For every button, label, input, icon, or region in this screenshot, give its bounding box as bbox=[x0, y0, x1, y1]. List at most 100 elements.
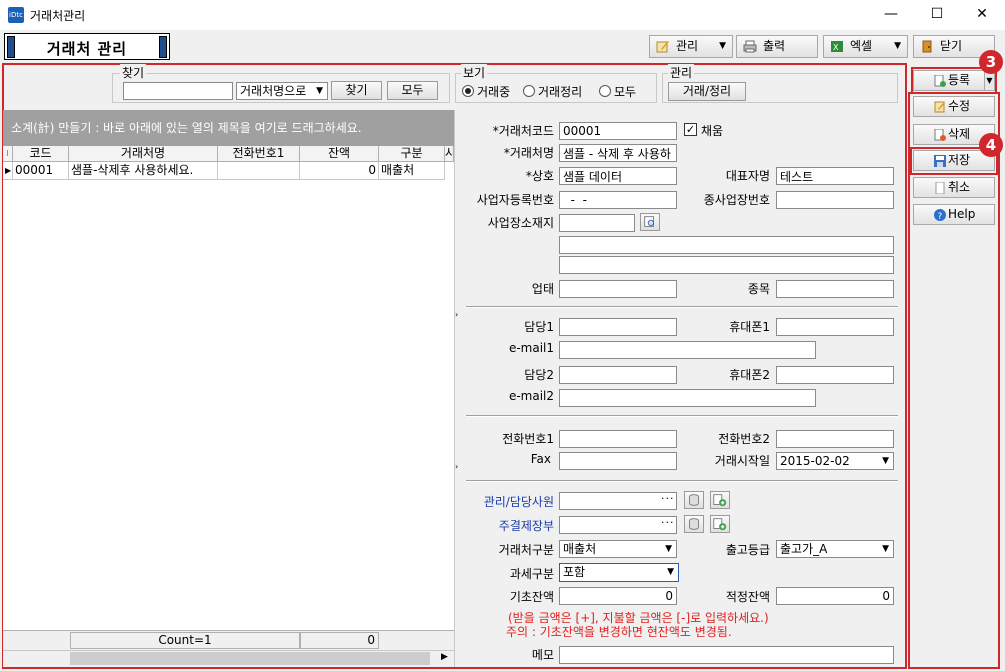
biztype-input[interactable] bbox=[559, 280, 677, 298]
manage-group-label: 관리 bbox=[668, 64, 695, 81]
mobile1-input[interactable] bbox=[776, 318, 894, 336]
cancel-button[interactable]: 취소 bbox=[913, 177, 995, 198]
table-row-code[interactable]: 00001 bbox=[13, 162, 69, 180]
contact1-input[interactable] bbox=[559, 318, 677, 336]
bizno-input[interactable] bbox=[559, 191, 677, 209]
bizitem-label: 종목 bbox=[747, 282, 770, 296]
grade-select[interactable]: 출고가_A ▼ bbox=[776, 540, 894, 558]
divider bbox=[466, 306, 898, 308]
chevron-down-icon: ▼ bbox=[667, 567, 674, 577]
address-search-button[interactable] bbox=[640, 213, 660, 231]
tax-select[interactable]: 포함 ▼ bbox=[559, 563, 679, 582]
close-window-button[interactable]: ✕ bbox=[959, 0, 1005, 30]
contact1-label: 담당1 bbox=[524, 320, 554, 334]
staff-db-button[interactable] bbox=[684, 491, 704, 509]
excel-menu-button[interactable]: X 엑셀 ▼ bbox=[823, 35, 908, 58]
phone1-input[interactable] bbox=[559, 430, 677, 448]
proper-balance-input[interactable] bbox=[776, 587, 894, 605]
address1-input[interactable] bbox=[559, 236, 894, 254]
memo-input[interactable] bbox=[559, 646, 894, 664]
zipcode-input[interactable] bbox=[559, 214, 635, 232]
register-button[interactable]: 등록 bbox=[913, 70, 985, 91]
database-icon bbox=[689, 494, 699, 506]
opening-balance-input[interactable] bbox=[559, 587, 677, 605]
category-label: 거래처구분 bbox=[498, 543, 554, 557]
start-date-picker[interactable]: 2015-02-02 ▼ bbox=[776, 452, 894, 470]
phone2-label: 전화번호2 bbox=[718, 432, 770, 446]
chevron-down-icon: ▼ bbox=[719, 41, 726, 51]
staff-add-button[interactable] bbox=[710, 491, 730, 509]
step-badge-register: 3 bbox=[979, 50, 1003, 74]
splitter-arrow-icon[interactable]: › bbox=[455, 310, 458, 319]
splitter-arrow-icon[interactable]: › bbox=[455, 462, 458, 471]
fax-input[interactable] bbox=[559, 452, 677, 470]
ceo-input[interactable] bbox=[776, 167, 894, 185]
window-title: 거래처관리 bbox=[30, 9, 86, 23]
chevron-down-icon: ▼ bbox=[316, 86, 323, 96]
database-icon bbox=[689, 518, 699, 530]
group-by-bar[interactable]: 소계(計) 만들기 : 바로 아래에 있는 열의 제목을 여기로 드래그하세요. bbox=[3, 110, 454, 146]
view-group-label: 보기 bbox=[461, 64, 488, 81]
ledger-label[interactable]: 주결제장부 bbox=[464, 517, 554, 534]
table-row-balance[interactable]: 0 bbox=[300, 162, 379, 180]
ledger-add-button[interactable] bbox=[710, 515, 730, 533]
trade-close-button[interactable]: 거래/정리 bbox=[668, 82, 746, 101]
edit-button[interactable]: 수정 bbox=[913, 96, 995, 117]
view-option-closed: 거래정리 bbox=[538, 85, 583, 99]
manage-menu-button[interactable]: 관리 ▼ bbox=[649, 35, 733, 58]
address2-input[interactable] bbox=[559, 256, 894, 274]
grid-header-name[interactable]: 거래처명 bbox=[69, 146, 218, 162]
fax-label: Fax bbox=[530, 452, 551, 466]
ledger-input[interactable] bbox=[559, 516, 677, 534]
grid-row-selector-header: ⁝ bbox=[3, 146, 13, 162]
grid-header-code[interactable]: 코드 bbox=[13, 146, 69, 162]
bizitem-input[interactable] bbox=[776, 280, 894, 298]
help-button[interactable]: ? Help bbox=[913, 204, 995, 225]
staff-input[interactable] bbox=[559, 492, 677, 510]
grid-header-balance[interactable]: 잔액 bbox=[300, 146, 379, 162]
ledger-lookup-button[interactable]: ··· bbox=[661, 516, 675, 529]
grid-header-phone[interactable]: 전화번호1 bbox=[218, 146, 300, 162]
view-radio-all[interactable] bbox=[599, 85, 611, 97]
ledger-db-button[interactable] bbox=[684, 515, 704, 533]
view-radio-closed[interactable] bbox=[523, 85, 535, 97]
excel-icon: X bbox=[831, 41, 843, 52]
contact2-input[interactable] bbox=[559, 366, 677, 384]
find-input[interactable] bbox=[123, 82, 233, 100]
adopt-label: 채움 bbox=[701, 124, 724, 138]
staff-label[interactable]: 관리/담당사원 bbox=[464, 493, 554, 510]
code-input[interactable] bbox=[559, 122, 677, 140]
ceo-label: 대표자명 bbox=[725, 169, 770, 183]
phone2-input[interactable] bbox=[776, 430, 894, 448]
customer-grid bbox=[3, 110, 454, 667]
table-row-name[interactable]: 샘플-삭제후 사용하세요. bbox=[69, 162, 218, 180]
grid-header-more[interactable]: 사 bbox=[445, 146, 454, 162]
add-icon bbox=[713, 518, 727, 531]
biztype-label: 업태 bbox=[531, 282, 554, 296]
start-date-label: 거래시작일 bbox=[714, 454, 770, 468]
find-mode-select[interactable]: 거래처명으로 ▼ bbox=[236, 82, 328, 100]
staff-lookup-button[interactable]: ··· bbox=[661, 492, 675, 505]
contact2-label: 담당2 bbox=[524, 368, 554, 382]
show-all-button[interactable]: 모두 bbox=[387, 81, 438, 100]
category-select[interactable]: 매출처 ▼ bbox=[559, 540, 677, 558]
email2-input[interactable] bbox=[559, 389, 816, 407]
print-button[interactable]: 출력 bbox=[736, 35, 818, 58]
branch-input[interactable] bbox=[776, 191, 894, 209]
mobile2-input[interactable] bbox=[776, 366, 894, 384]
view-option-active: 거래중 bbox=[477, 85, 511, 99]
door-icon bbox=[922, 40, 932, 53]
maximize-button[interactable]: ☐ bbox=[914, 0, 960, 30]
table-row-type[interactable]: 매출처 bbox=[379, 162, 445, 180]
email1-input[interactable] bbox=[559, 341, 816, 359]
company-input[interactable] bbox=[559, 167, 677, 185]
grid-header-type[interactable]: 구분 bbox=[379, 146, 445, 162]
table-row-phone[interactable] bbox=[218, 162, 300, 180]
scrollbar-thumb[interactable] bbox=[70, 652, 430, 665]
find-button[interactable]: 찾기 bbox=[331, 81, 382, 100]
adopt-checkbox[interactable]: ✓ bbox=[684, 123, 697, 136]
scroll-right-icon[interactable]: ▶ bbox=[441, 652, 448, 662]
minimize-button[interactable]: — bbox=[868, 0, 914, 30]
view-radio-active[interactable] bbox=[462, 85, 474, 97]
name-input[interactable] bbox=[559, 144, 677, 162]
